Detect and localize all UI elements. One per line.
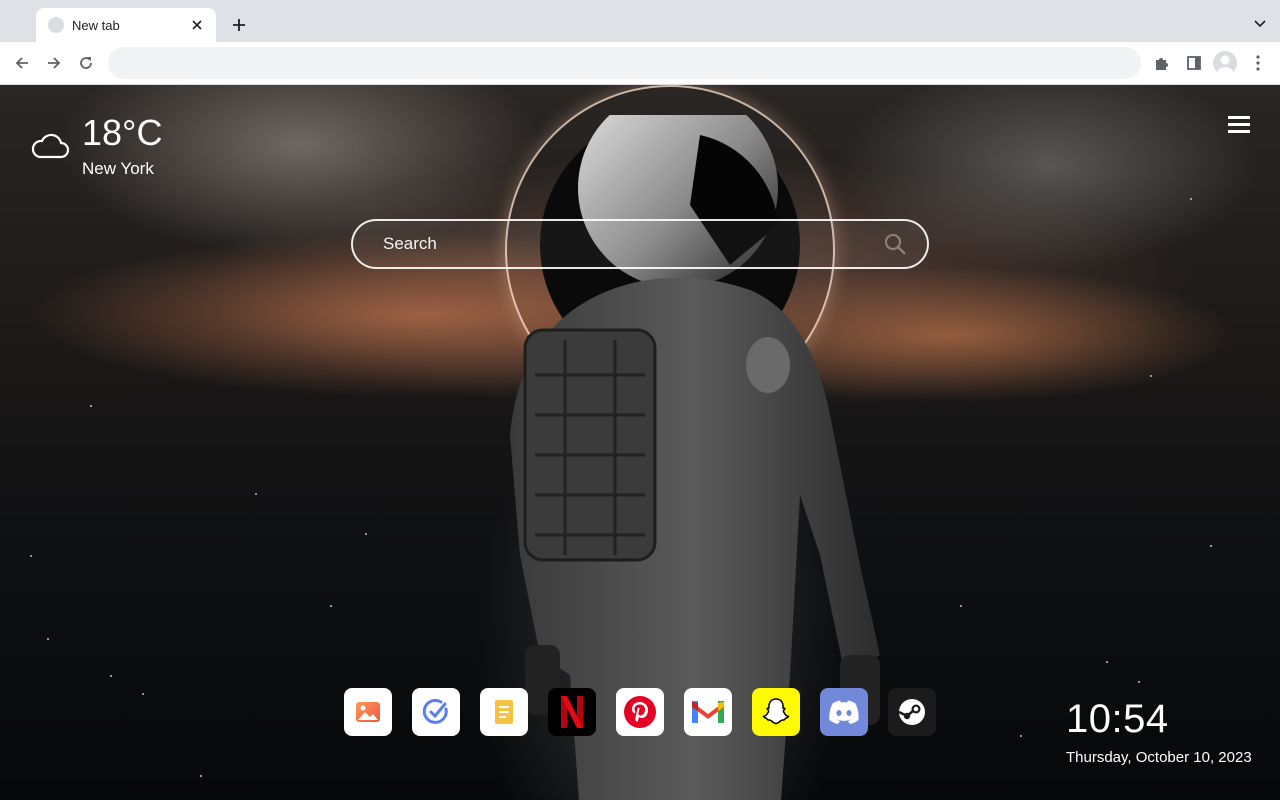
shortcut-notes[interactable] bbox=[480, 688, 528, 736]
image-icon bbox=[356, 702, 380, 722]
tab-new-tab[interactable]: New tab bbox=[36, 8, 216, 42]
weather-temperature: 18°C bbox=[82, 112, 163, 153]
search-input[interactable] bbox=[383, 221, 863, 267]
cloud-icon bbox=[31, 133, 70, 159]
puzzle-icon bbox=[1156, 58, 1168, 70]
shortcut-tasks[interactable] bbox=[412, 688, 460, 736]
shortcut-netflix[interactable] bbox=[548, 688, 596, 736]
back-button[interactable] bbox=[8, 49, 36, 77]
pinterest-icon bbox=[624, 696, 656, 728]
gmail-icon bbox=[692, 701, 724, 723]
browser-toolbar bbox=[0, 42, 1280, 85]
favicon-icon bbox=[48, 17, 64, 33]
profile-avatar[interactable] bbox=[1213, 51, 1237, 75]
weather-city: New York bbox=[82, 159, 154, 178]
shortcut-pinterest[interactable] bbox=[616, 688, 664, 736]
close-icon[interactable] bbox=[188, 16, 206, 34]
hamburger-menu-icon[interactable] bbox=[1228, 115, 1250, 135]
kebab-menu-icon bbox=[1256, 55, 1260, 71]
tab-strip: New tab bbox=[0, 0, 1280, 42]
check-circle-icon bbox=[422, 698, 448, 724]
new-tab-page: 18°C New York Search 10:54 Thursday, Oct… bbox=[0, 85, 1280, 800]
shortcut-snapchat[interactable] bbox=[752, 688, 800, 736]
reload-icon bbox=[80, 57, 92, 69]
shortcut-dock bbox=[344, 688, 936, 736]
discord-icon bbox=[829, 700, 859, 724]
person-icon bbox=[1217, 55, 1233, 75]
extensions-button[interactable] bbox=[1148, 49, 1176, 77]
shortcut-gmail[interactable] bbox=[684, 688, 732, 736]
snapchat-icon bbox=[762, 698, 790, 725]
clock-time: 10:54 bbox=[1066, 697, 1169, 741]
search-icon[interactable] bbox=[883, 232, 907, 256]
search-box bbox=[351, 219, 929, 269]
browser-menu-button[interactable] bbox=[1244, 49, 1272, 77]
side-panel-icon bbox=[1187, 56, 1201, 70]
weather-text: 18°C New York bbox=[82, 115, 162, 179]
arrow-right-icon bbox=[48, 57, 61, 69]
reload-button[interactable] bbox=[72, 49, 100, 77]
forward-button[interactable] bbox=[40, 49, 68, 77]
steam-icon bbox=[898, 699, 925, 725]
arrow-left-icon bbox=[15, 57, 28, 69]
netflix-icon bbox=[561, 696, 583, 728]
new-tab-button[interactable] bbox=[226, 12, 252, 38]
address-bar[interactable] bbox=[108, 47, 1141, 79]
weather-widget[interactable]: 18°C New York bbox=[30, 115, 162, 179]
clock-date: Thursday, October 10, 2023 bbox=[1066, 749, 1252, 766]
shortcut-photos[interactable] bbox=[344, 688, 392, 736]
tab-title: New tab bbox=[72, 17, 120, 33]
chevron-down-icon[interactable] bbox=[1250, 14, 1270, 34]
side-panel-button[interactable] bbox=[1180, 49, 1208, 77]
shortcut-steam[interactable] bbox=[888, 688, 936, 736]
shortcut-discord[interactable] bbox=[820, 688, 868, 736]
notepad-icon bbox=[495, 700, 513, 724]
